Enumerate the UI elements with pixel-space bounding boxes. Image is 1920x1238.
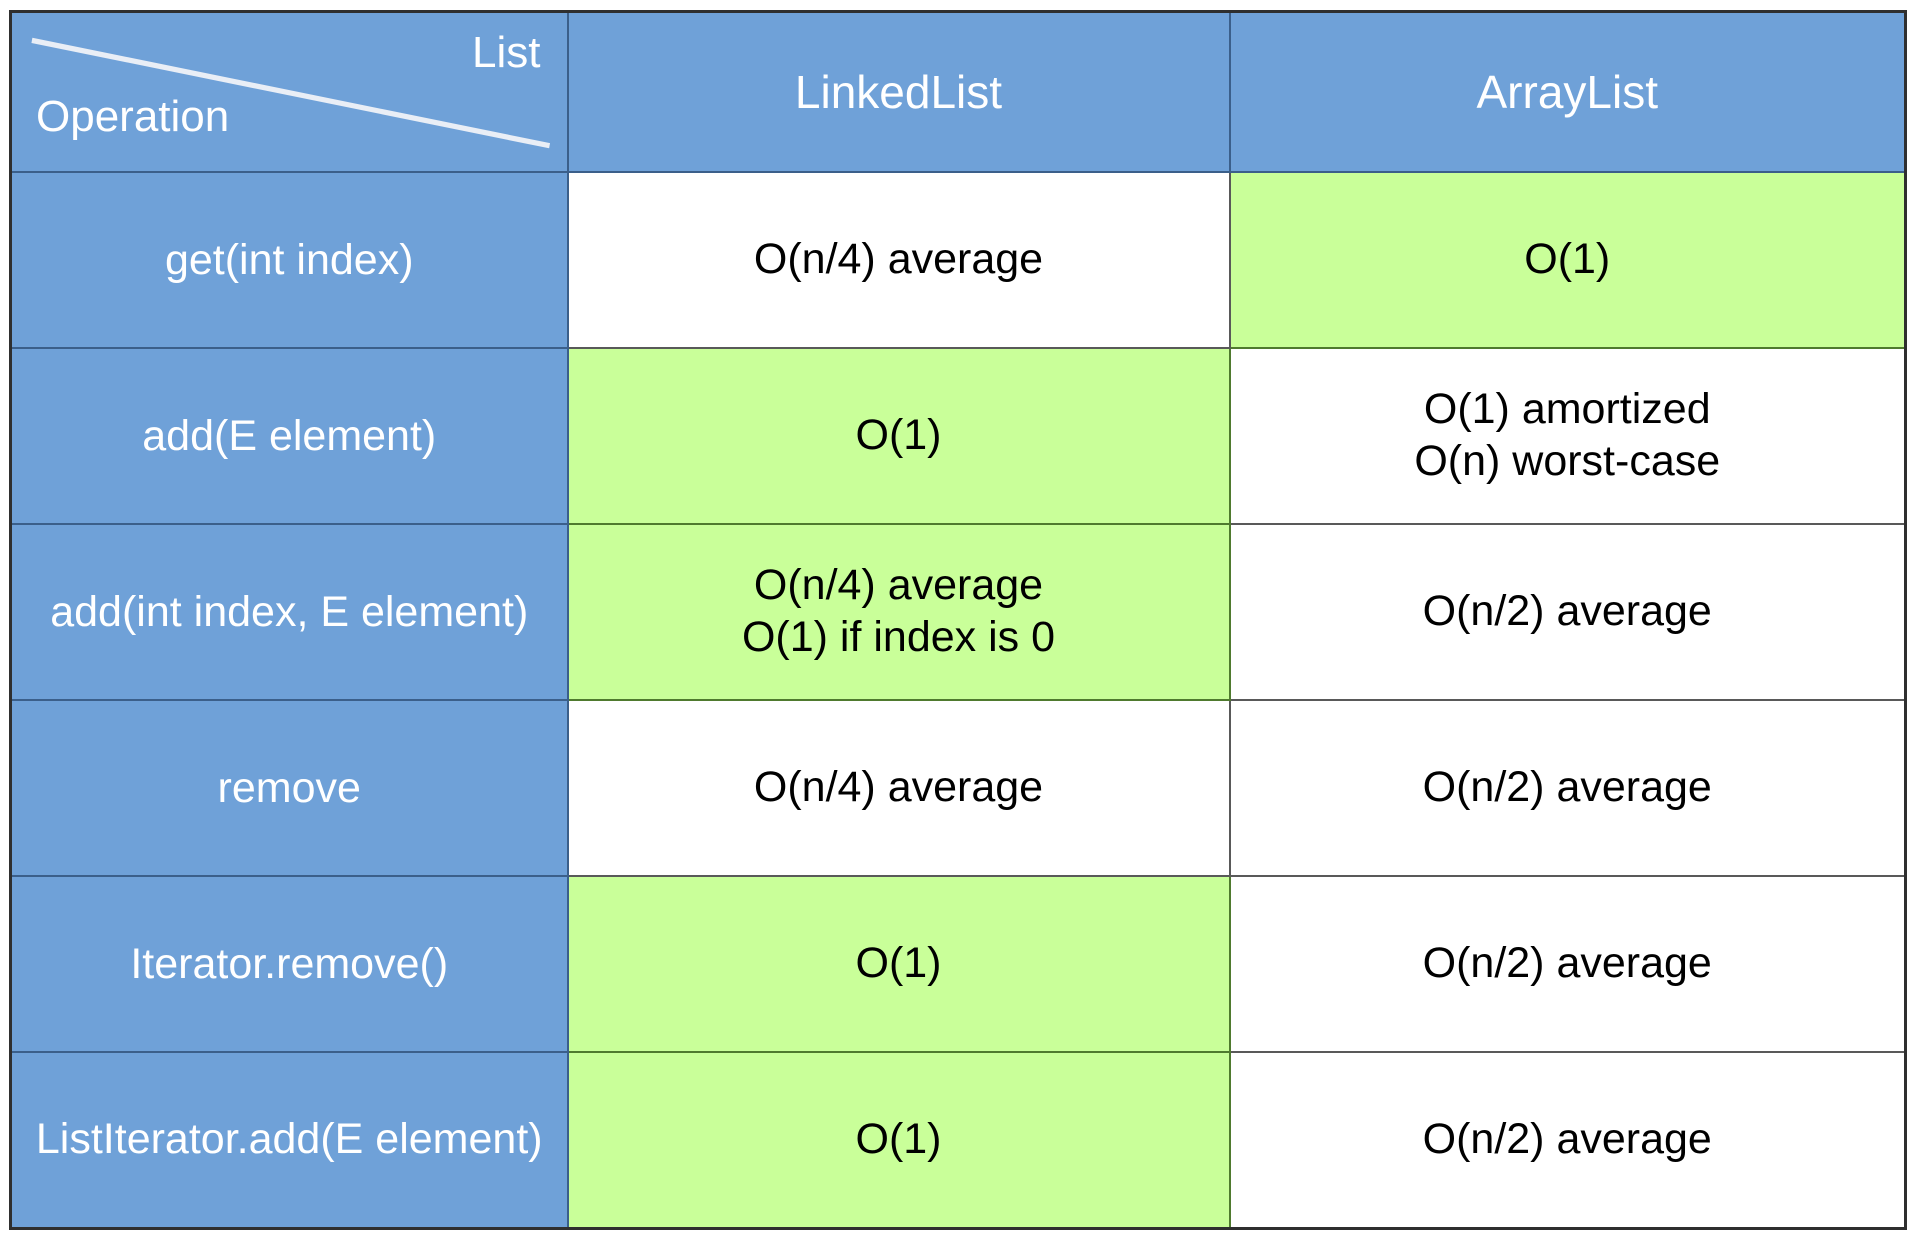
cell-line: O(n/2) average — [1422, 763, 1712, 812]
table-row: add(int index, E element) O(n/4) average… — [9, 523, 1907, 701]
cell-line: O(1) — [855, 939, 942, 988]
table-row: remove O(n/4) average O(n/2) average — [9, 699, 1907, 877]
cell-arraylist: O(n/2) average — [1228, 699, 1907, 877]
corner-column-axis-label: List — [472, 28, 541, 77]
table-row: add(E element) O(1) O(1) amortized O(n) … — [9, 347, 1907, 525]
table-header-row: List Operation LinkedList ArrayList — [9, 10, 1907, 173]
table-row: get(int index) O(n/4) average O(1) — [9, 171, 1907, 349]
row-header-operation: add(E element) — [9, 347, 569, 525]
row-header-operation: remove — [9, 699, 569, 877]
cell-line: O(1) — [855, 411, 942, 460]
cell-arraylist: O(1) amortized O(n) worst-case — [1228, 347, 1907, 525]
cell-linkedlist: O(n/4) average — [566, 699, 1231, 877]
cell-linkedlist: O(1) — [566, 347, 1231, 525]
complexity-table-container: List Operation LinkedList ArrayList get(… — [9, 10, 1907, 1230]
cell-line: O(1) — [855, 1114, 942, 1163]
row-header-operation: Iterator.remove() — [9, 875, 569, 1053]
cell-arraylist: O(1) — [1228, 171, 1907, 349]
row-header-operation: ListIterator.add(E element) — [9, 1051, 569, 1229]
cell-line: O(n/2) average — [1422, 587, 1712, 636]
cell-line: O(n/2) average — [1422, 939, 1712, 988]
cell-line: O(1) amortized — [1423, 385, 1711, 434]
cell-linkedlist: O(n/4) average — [566, 171, 1231, 349]
corner-header-cell: List Operation — [9, 10, 569, 173]
column-header-arraylist: ArrayList — [1228, 10, 1907, 173]
cell-line: O(n/4) average — [753, 561, 1044, 610]
cell-line: O(1) if index is 0 — [741, 613, 1056, 661]
cell-linkedlist: O(n/4) average O(1) if index is 0 — [566, 523, 1231, 701]
row-header-operation: get(int index) — [9, 171, 569, 349]
row-header-operation: add(int index, E element) — [9, 523, 569, 701]
cell-arraylist: O(n/2) average — [1228, 875, 1907, 1053]
column-header-linkedlist: LinkedList — [566, 10, 1231, 173]
cell-line: O(1) — [1524, 235, 1611, 284]
cell-line: O(n/4) average — [753, 235, 1044, 284]
cell-arraylist: O(n/2) average — [1228, 1051, 1907, 1229]
cell-linkedlist: O(1) — [566, 1051, 1231, 1229]
cell-linkedlist: O(1) — [566, 875, 1231, 1053]
cell-line: O(n/2) average — [1422, 1114, 1712, 1163]
cell-line: O(n/4) average — [753, 763, 1044, 812]
list-complexity-table: List Operation LinkedList ArrayList get(… — [9, 10, 1907, 1230]
cell-arraylist: O(n/2) average — [1228, 523, 1907, 701]
corner-row-axis-label: Operation — [36, 91, 230, 141]
table-row: ListIterator.add(E element) O(1) O(n/2) … — [9, 1051, 1907, 1229]
cell-line: O(n) worst-case — [1414, 437, 1721, 485]
table-row: Iterator.remove() O(1) O(n/2) average — [9, 875, 1907, 1053]
